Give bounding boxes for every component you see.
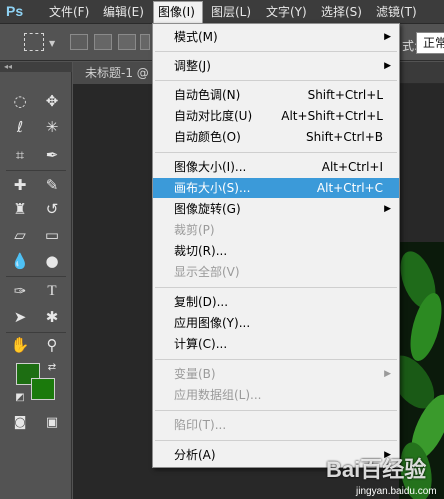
menu-item-auto-tone[interactable]: 自动色调(N) Shift+Ctrl+L <box>153 85 399 105</box>
menu-edit[interactable]: 编辑(E) <box>103 4 144 21</box>
menu-filter[interactable]: 滤镜(T) <box>376 4 417 21</box>
menu-separator <box>155 359 397 360</box>
menu-image[interactable]: 图像(I) <box>158 4 195 21</box>
chevron-down-icon[interactable]: ▼ <box>49 39 55 48</box>
screen-mode-icon[interactable]: ▣ <box>40 412 64 434</box>
menu-bar: Ps 文件(F) 编辑(E) 图像(I) 图层(L) 文字(Y) 选择(S) 滤… <box>0 0 444 24</box>
tools-panel: ◂◂ ◌ ✥ ℓ ✳ ⌗ ✒ ✚ ✎ ♜ ↺ ▱ ▭ 💧 ● ✑ T ➤ ✱ ✋… <box>0 62 72 499</box>
menu-item-image-size[interactable]: 图像大小(I)... Alt+Ctrl+I <box>153 157 399 177</box>
menu-file[interactable]: 文件(F) <box>49 4 89 21</box>
crop-tool-icon[interactable]: ⌗ <box>8 144 32 166</box>
brush-tool-icon[interactable]: ✎ <box>40 174 64 196</box>
menu-item-auto-contrast[interactable]: 自动对比度(U) Alt+Shift+Ctrl+L <box>153 106 399 126</box>
healing-brush-tool-icon[interactable]: ✚ <box>8 174 32 196</box>
path-selection-tool-icon[interactable]: ➤ <box>8 306 32 328</box>
menu-item-adjustments[interactable]: 调整(J) ▶ <box>153 56 399 76</box>
shape-tool-icon[interactable]: ✱ <box>40 306 64 328</box>
menu-item-calculations[interactable]: 计算(C)... <box>153 334 399 354</box>
menu-type[interactable]: 文字(Y) <box>266 4 307 21</box>
menu-item-trap: 陷印(T)... <box>174 418 227 432</box>
menu-separator <box>155 51 397 52</box>
menu-select[interactable]: 选择(S) <box>321 4 362 21</box>
menu-separator <box>155 80 397 81</box>
menu-separator <box>155 152 397 153</box>
menu-separator <box>155 440 397 441</box>
submenu-arrow-icon: ▶ <box>384 204 391 214</box>
menu-item-apply-data-set: 应用数据组(L)... <box>174 388 262 402</box>
submenu-arrow-icon: ▶ <box>384 369 391 379</box>
menu-separator <box>155 287 397 288</box>
menu-item-duplicate[interactable]: 复制(D)... <box>153 292 399 312</box>
menu-item-variables: 变量(B) ▶ <box>153 364 399 384</box>
pen-tool-icon[interactable]: ✑ <box>8 280 32 302</box>
move-tool-icon[interactable]: ✥ <box>40 90 64 112</box>
submenu-arrow-icon: ▶ <box>384 32 391 42</box>
photoshop-logo: Ps <box>6 3 24 19</box>
marquee-tool-icon[interactable]: ◌ <box>8 90 32 112</box>
swap-colors-icon[interactable]: ⇄ <box>40 357 64 379</box>
intersect-selection-button[interactable] <box>140 34 150 50</box>
style-select[interactable]: 正常 <box>416 32 444 54</box>
eraser-tool-icon[interactable]: ▱ <box>8 224 32 246</box>
menu-item-crop: 裁剪(P) <box>174 223 215 237</box>
background-color-swatch[interactable] <box>31 378 55 400</box>
hand-tool-icon[interactable]: ✋ <box>8 334 32 356</box>
tool-separator <box>6 170 66 171</box>
menu-item-trim[interactable]: 裁切(R)... <box>153 241 399 261</box>
type-tool-icon[interactable]: T <box>40 280 64 302</box>
document-tab[interactable]: 未标题-1 @ <box>73 62 163 84</box>
tool-separator <box>6 276 66 277</box>
menu-item-apply-image[interactable]: 应用图像(Y)... <box>153 313 399 333</box>
zoom-tool-icon[interactable]: ⚲ <box>40 334 64 356</box>
marquee-preset-button[interactable] <box>24 33 44 51</box>
blur-tool-icon[interactable]: 💧 <box>8 250 32 272</box>
history-brush-tool-icon[interactable]: ↺ <box>40 198 64 220</box>
menu-item-canvas-size[interactable]: 画布大小(S)... Alt+Ctrl+C <box>153 178 399 198</box>
menu-separator <box>155 410 397 411</box>
magic-wand-tool-icon[interactable]: ✳ <box>40 116 64 138</box>
menu-item-image-rotation[interactable]: 图像旋转(G) ▶ <box>153 199 399 219</box>
dodge-tool-icon[interactable]: ● <box>40 250 64 272</box>
tool-separator <box>6 332 66 333</box>
subtract-selection-button[interactable] <box>118 34 136 50</box>
gradient-tool-icon[interactable]: ▭ <box>40 224 64 246</box>
add-selection-button[interactable] <box>94 34 112 50</box>
submenu-arrow-icon: ▶ <box>384 61 391 71</box>
collapse-icon[interactable]: ◂◂ <box>0 62 72 72</box>
image-menu-dropdown: 模式(M) ▶ 调整(J) ▶ 自动色调(N) Shift+Ctrl+L 自动对比度(… <box>152 23 400 468</box>
menu-item-reveal-all: 显示全部(V) <box>174 265 240 279</box>
menu-item-auto-color[interactable]: 自动颜色(O) Shift+Ctrl+B <box>153 127 399 147</box>
lasso-tool-icon[interactable]: ℓ <box>8 116 32 138</box>
menu-layer[interactable]: 图层(L) <box>211 4 251 21</box>
watermark-url: jingyan.baidu.com <box>356 486 437 497</box>
menu-item-mode[interactable]: 模式(M) ▶ <box>153 27 399 47</box>
eyedropper-tool-icon[interactable]: ✒ <box>40 144 64 166</box>
stamp-tool-icon[interactable]: ♜ <box>8 198 32 220</box>
quick-mask-icon[interactable]: ◙ <box>8 412 32 434</box>
new-selection-button[interactable] <box>70 34 88 50</box>
default-colors-icon[interactable]: ◩ <box>8 387 32 409</box>
